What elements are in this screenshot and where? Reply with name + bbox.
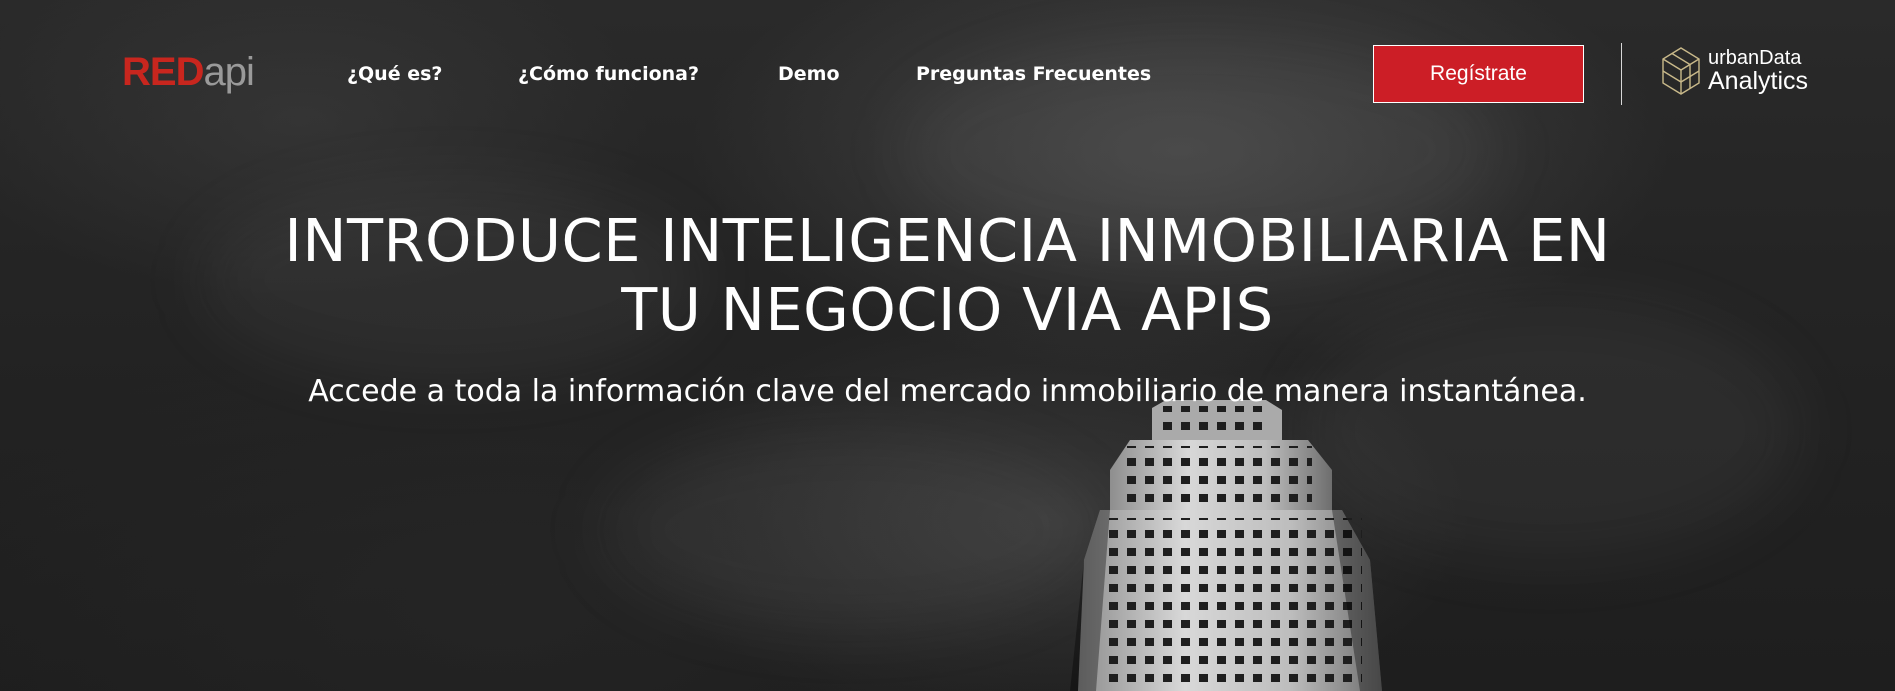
- urbandata-analytics-logo[interactable]: urbanData Analytics: [1662, 47, 1808, 95]
- urbandata-line2: Analytics: [1708, 67, 1809, 95]
- skyscraper-image: [1070, 400, 1382, 691]
- register-button[interactable]: Regístrate: [1373, 45, 1584, 103]
- hero-section: REDapi ¿Qué es? ¿Cómo funciona? Demo Pre…: [0, 0, 1895, 691]
- logo-api-text: api: [203, 50, 254, 94]
- hero-headline-line2: TU NEGOCIO VIA APIS: [621, 275, 1274, 344]
- hero-subheadline: Accede a toda la información clave del m…: [308, 374, 1587, 409]
- header-divider: [1621, 43, 1622, 105]
- nav-preguntas-frecuentes[interactable]: Preguntas Frecuentes: [916, 60, 1151, 88]
- nav-que-es[interactable]: ¿Qué es?: [347, 60, 442, 88]
- logo-red-text: RED: [122, 50, 204, 94]
- nav-demo[interactable]: Demo: [778, 60, 840, 88]
- urbandata-line1: urbanData: [1708, 47, 1802, 69]
- urbandata-wordmark: urbanData Analytics: [1708, 48, 1808, 94]
- nav-como-funciona[interactable]: ¿Cómo funciona?: [518, 60, 699, 88]
- hero-headline: INTRODUCE INTELIGENCIA INMOBILIARIA EN T…: [0, 206, 1895, 344]
- hero-headline-line1: INTRODUCE INTELIGENCIA INMOBILIARIA EN: [284, 206, 1611, 275]
- redapi-logo[interactable]: REDapi: [122, 48, 255, 96]
- cube-icon: [1662, 47, 1700, 95]
